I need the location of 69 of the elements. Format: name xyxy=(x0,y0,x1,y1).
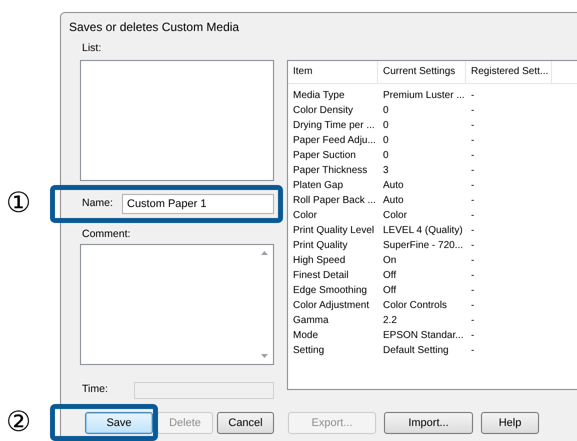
table-cell-text: - xyxy=(470,104,474,116)
table-cell-text: Premium Luster ... xyxy=(382,90,465,102)
column-header[interactable]: Registered Sett... xyxy=(466,61,552,83)
table-cell-text: Color Density xyxy=(292,104,354,116)
table-cell-text: 0 xyxy=(382,104,389,116)
table-cell-text: - xyxy=(470,270,474,282)
table-cell-text: 0 xyxy=(382,150,389,162)
table-cell-text: 0 xyxy=(382,134,389,146)
list-label: List: xyxy=(81,42,102,56)
table-cell-text: - xyxy=(470,330,474,342)
table-cell-text: Gamma xyxy=(292,314,329,326)
table-cell-text: Color xyxy=(292,210,317,222)
table-cell-text: Print Quality xyxy=(292,240,348,252)
table-cell-text: Setting xyxy=(292,344,324,356)
table-cell-text: LEVEL 4 (Quality) xyxy=(382,224,463,236)
table-cell-text: SuperFine - 720... xyxy=(382,240,464,252)
table-cell-text: Auto xyxy=(382,180,404,192)
table-cell-text: 0 xyxy=(382,120,389,132)
table-cell-text: Platen Gap xyxy=(292,180,344,192)
save-button[interactable]: Save xyxy=(85,412,153,434)
table-cell-text: Default Setting xyxy=(382,344,449,356)
table-cell-text: - xyxy=(470,314,474,326)
comment-label: Comment: xyxy=(81,228,130,242)
table-cell-text: High Speed xyxy=(292,254,346,266)
table-cell-text: Print Quality Level xyxy=(292,224,374,236)
table-cell-text: - xyxy=(470,240,474,252)
table-cell-text: - xyxy=(470,194,474,206)
column-header[interactable]: Current Settings xyxy=(378,61,466,83)
table-cell-text: Finest Detail xyxy=(292,270,349,282)
table-cell-text: - xyxy=(470,284,474,296)
dialog-button[interactable]: Import... xyxy=(384,412,473,434)
table-cell-text: - xyxy=(470,134,474,146)
table-cell-text: Roll Paper Back ... xyxy=(292,194,376,206)
table-cell-text: - xyxy=(470,300,474,312)
table-cell-text: - xyxy=(470,180,474,192)
table-cell-text: Paper Thickness xyxy=(292,164,368,176)
table-cell-text: Off xyxy=(382,284,396,296)
table-cell-text: Off xyxy=(382,270,396,282)
table-cell-text: - xyxy=(470,344,474,356)
table-cell-text: - xyxy=(470,224,474,236)
table-cell-text: Edge Smoothing xyxy=(292,284,367,296)
time-label: Time: xyxy=(81,383,109,397)
name-field[interactable]: Custom Paper 1 xyxy=(122,194,274,214)
table-cell-text: On xyxy=(382,254,396,266)
table-cell-text: Drying Time per ... xyxy=(292,120,375,132)
table-cell-text: - xyxy=(470,90,474,102)
table-cell-text: Paper Feed Adju... xyxy=(292,134,376,146)
window-title: Saves or deletes Custom Media xyxy=(68,19,240,36)
step-number: ② xyxy=(6,407,32,437)
table-cell-text: Color Adjustment xyxy=(292,300,370,312)
table-cell-text: Mode xyxy=(292,330,318,342)
table-cell-text: Color Controls xyxy=(382,300,447,312)
column-header[interactable]: Item xyxy=(288,61,378,83)
table-cell-text: EPSON Standar... xyxy=(382,330,464,342)
table-cell-text: Auto xyxy=(382,194,404,206)
table-cell-text: Color xyxy=(382,210,407,222)
table-cell-text: - xyxy=(470,254,474,266)
table-cell-text: - xyxy=(470,120,474,132)
table-cell-text: 3 xyxy=(382,164,389,176)
step-number: ① xyxy=(6,188,32,218)
dialog-button[interactable]: Help xyxy=(481,412,539,434)
table-cell-text: Media Type xyxy=(292,90,345,102)
table-cell-text: - xyxy=(470,150,474,162)
dialog-button[interactable]: Cancel xyxy=(217,412,274,434)
table-cell-text: 2.2 xyxy=(382,314,397,326)
table-cell-text: - xyxy=(470,164,474,176)
table-cell-text: - xyxy=(470,210,474,222)
table-cell-text: Paper Suction xyxy=(292,150,356,162)
name-label: Name: xyxy=(81,197,114,211)
